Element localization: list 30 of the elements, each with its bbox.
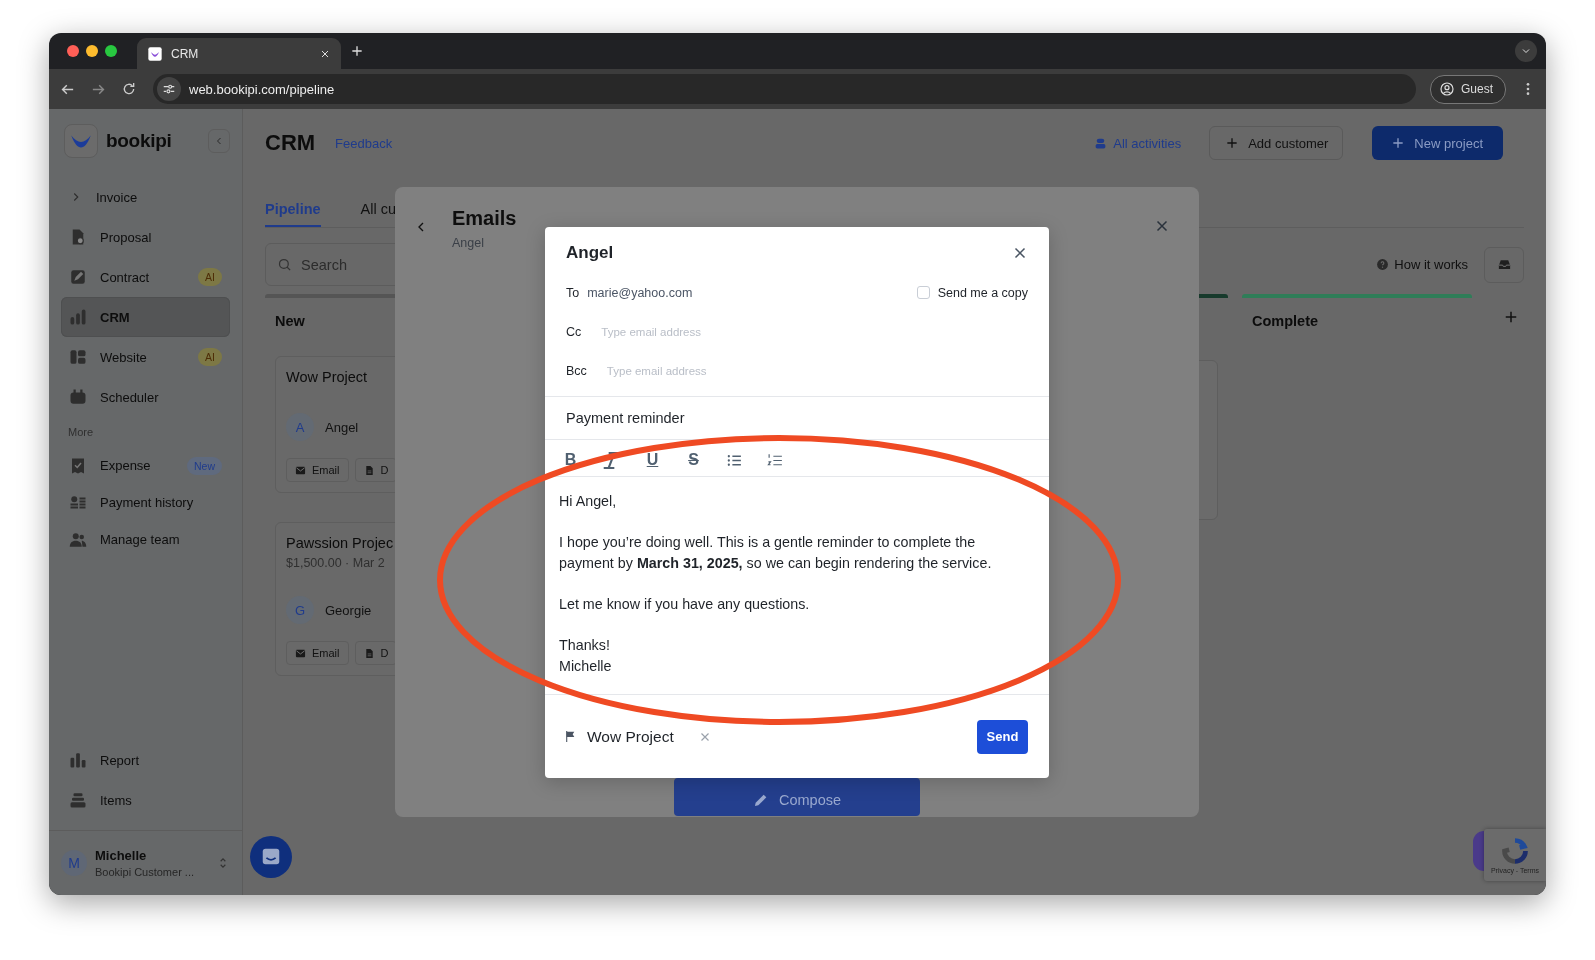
field-label: Cc	[566, 324, 582, 339]
badge: New	[187, 456, 222, 475]
user-name: Michelle	[95, 848, 148, 863]
card-title: Pawssion Projec	[286, 534, 395, 553]
badge: AI	[198, 268, 222, 286]
brand-name: bookipi	[106, 130, 172, 152]
user-subtitle: Bookipi Customer ...	[95, 866, 196, 878]
message-paragraph: Thanks! Michelle	[559, 636, 613, 676]
message-paragraph: I hope you’re doing well. This is a gentle reminder to complete the payment by March 31, 2025, so we can begin rendering the service.	[559, 533, 993, 573]
field-label: To	[566, 285, 580, 300]
card-meta: $1,500.00 · Mar 2	[286, 556, 386, 570]
field-label: Bcc	[566, 363, 587, 378]
contact-name: Georgie	[325, 602, 372, 618]
dialog-title: Angel	[566, 243, 614, 263]
contact-name: Angel	[325, 419, 359, 435]
project-tag: Wow Project	[587, 727, 674, 746]
message-paragraph: Let me know if you have any questions.	[559, 595, 811, 614]
checkbox-label: Send me a copy	[937, 285, 1028, 300]
column-title: New	[275, 313, 305, 329]
page-title: CRM	[265, 130, 316, 156]
badge: AI	[198, 348, 222, 366]
panel-title: Emails	[452, 207, 517, 230]
message-paragraph: Hi Angel,	[559, 492, 618, 511]
contact-avatar: A	[286, 413, 314, 441]
user-avatar: M	[61, 850, 87, 876]
section-label: More	[67, 425, 95, 440]
panel-subtitle: Angel	[452, 236, 485, 250]
card-title: Wow Project	[286, 368, 369, 387]
column-title: Complete	[1252, 313, 1319, 329]
contact-avatar: G	[286, 596, 314, 624]
